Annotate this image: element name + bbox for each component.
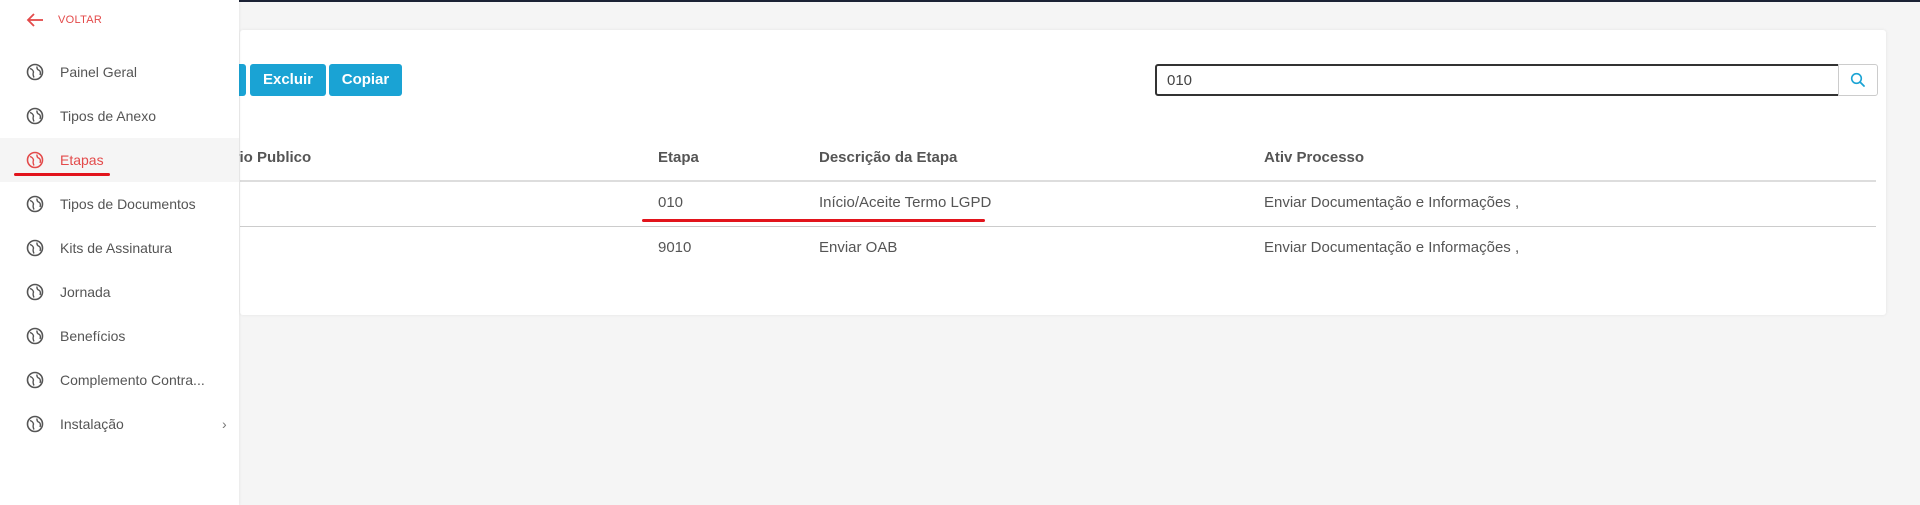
column-header-ativ-processo[interactable]: Ativ Processo	[1264, 149, 1364, 166]
cell-descricao: Enviar OAB	[819, 239, 898, 256]
globe-icon	[26, 371, 44, 389]
globe-icon	[26, 195, 44, 213]
sidebar-item-label: Etapas	[60, 152, 104, 168]
cell-ativ-processo: Enviar Documentação e Informações ,	[1264, 194, 1520, 211]
copy-button[interactable]: Copiar	[329, 64, 402, 96]
column-header-etapa[interactable]: Etapa	[658, 149, 699, 166]
sidebar-item-kits-de-assinatura[interactable]: Kits de Assinatura	[0, 226, 239, 270]
globe-icon	[26, 239, 44, 257]
back-label: VOLTAR	[58, 14, 103, 26]
globe-icon	[26, 327, 44, 345]
sidebar-item-label: Painel Geral	[60, 64, 138, 80]
delete-button[interactable]: Excluir	[250, 64, 326, 96]
cell-etapa: 9010	[658, 239, 692, 256]
sidebar-item-label: Tipos de Documentos	[60, 196, 196, 212]
highlight-underline	[642, 219, 985, 222]
sidebar-item-jornada[interactable]: Jornada	[0, 270, 239, 314]
cell-etapa: 010	[658, 194, 684, 211]
search-icon	[1850, 72, 1865, 87]
sidebar: VOLTAR Painel Geral Tipos de Anexo Etapa…	[0, 0, 239, 505]
sidebar-item-beneficios[interactable]: Benefícios	[0, 314, 239, 358]
sidebar-item-label: Instalação	[60, 416, 124, 432]
arrow-left-icon	[26, 13, 43, 27]
stages-card: Excluir Copiar ulário Publico Etapa Desc…	[212, 30, 1886, 315]
cell-descricao: Início/Aceite Termo LGPD	[819, 194, 992, 211]
globe-icon	[26, 107, 44, 125]
back-button[interactable]: VOLTAR	[26, 12, 102, 28]
sidebar-item-label: Benefícios	[60, 328, 126, 344]
sidebar-item-tipos-de-anexo[interactable]: Tipos de Anexo	[0, 94, 239, 138]
sidebar-item-painel-geral[interactable]: Painel Geral	[0, 50, 239, 94]
globe-icon	[26, 415, 44, 433]
sidebar-item-label: Kits de Assinatura	[60, 240, 173, 256]
sidebar-item-tipos-de-documentos[interactable]: Tipos de Documentos	[0, 182, 239, 226]
globe-icon	[26, 63, 44, 81]
top-bar	[0, 0, 1920, 2]
globe-icon	[26, 283, 44, 301]
globe-icon	[26, 151, 44, 169]
row-divider	[240, 226, 1876, 227]
header-divider	[240, 180, 1876, 182]
search-input[interactable]	[1155, 64, 1849, 96]
chevron-right-icon: ›	[222, 416, 227, 432]
sidebar-item-instalacao[interactable]: Instalação ›	[0, 402, 239, 446]
cell-ativ-processo: Enviar Documentação e Informações ,	[1264, 239, 1520, 256]
active-item-underline	[14, 173, 110, 176]
sidebar-item-complemento-contratual[interactable]: Complemento Contra...	[0, 358, 239, 402]
search-button[interactable]	[1838, 64, 1878, 96]
sidebar-item-label: Tipos de Anexo	[60, 108, 156, 124]
sidebar-item-label: Complemento Contra...	[60, 372, 205, 388]
column-header-descricao[interactable]: Descrição da Etapa	[819, 149, 957, 166]
sidebar-item-label: Jornada	[60, 284, 111, 300]
